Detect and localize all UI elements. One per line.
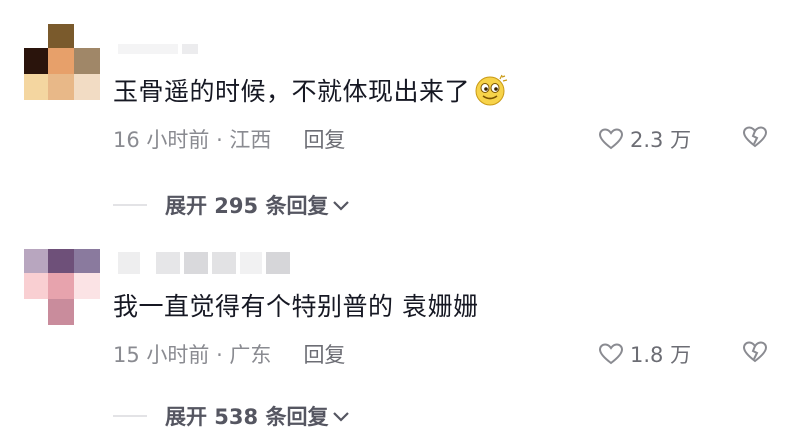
like-count: 2.3 万 (630, 128, 692, 152)
reply-button[interactable]: 回复 (303, 124, 345, 154)
heart-outline-icon (598, 343, 624, 365)
reply-button[interactable]: 回复 (303, 339, 345, 369)
avatar[interactable] (24, 249, 100, 325)
chevron-down-icon (333, 201, 350, 211)
comment-text: 我一直觉得有个特别普的 袁姗姗 (113, 287, 478, 323)
comment-meta: 15 小时前 · 广东 回复 (113, 339, 345, 369)
expand-replies-label: 展开 538 条回复 (165, 405, 329, 429)
comment-text-content: 玉骨遥的时候，不就体现出来了 (113, 77, 471, 106)
broken-heart-icon[interactable] (742, 125, 768, 149)
broken-heart-icon[interactable] (742, 340, 768, 364)
avatar[interactable] (24, 24, 100, 100)
like-count: 1.8 万 (630, 343, 692, 367)
comment-text-content: 我一直觉得有个特别普的 袁姗姗 (113, 292, 479, 321)
like-button[interactable]: 1.8 万 (598, 339, 691, 369)
time-location: 15 小时前 · 广东 (113, 343, 272, 367)
like-button[interactable]: 2.3 万 (598, 124, 691, 154)
heart-outline-icon (598, 128, 624, 150)
username-blurred[interactable] (118, 44, 198, 54)
time-location: 16 小时前 · 江西 (113, 128, 272, 152)
comment-meta: 16 小时前 · 江西 回复 (113, 124, 345, 154)
username-blurred[interactable] (118, 252, 290, 274)
divider-line (113, 204, 147, 206)
expand-replies-label: 展开 295 条回复 (165, 194, 329, 218)
expand-replies-button[interactable]: 展开 295 条回复 (113, 190, 350, 220)
sly-face-emoji (475, 74, 508, 106)
expand-replies-button[interactable]: 展开 538 条回复 (113, 401, 350, 431)
chevron-down-icon (333, 412, 350, 422)
comment-text: 玉骨遥的时候，不就体现出来了 (113, 72, 508, 108)
